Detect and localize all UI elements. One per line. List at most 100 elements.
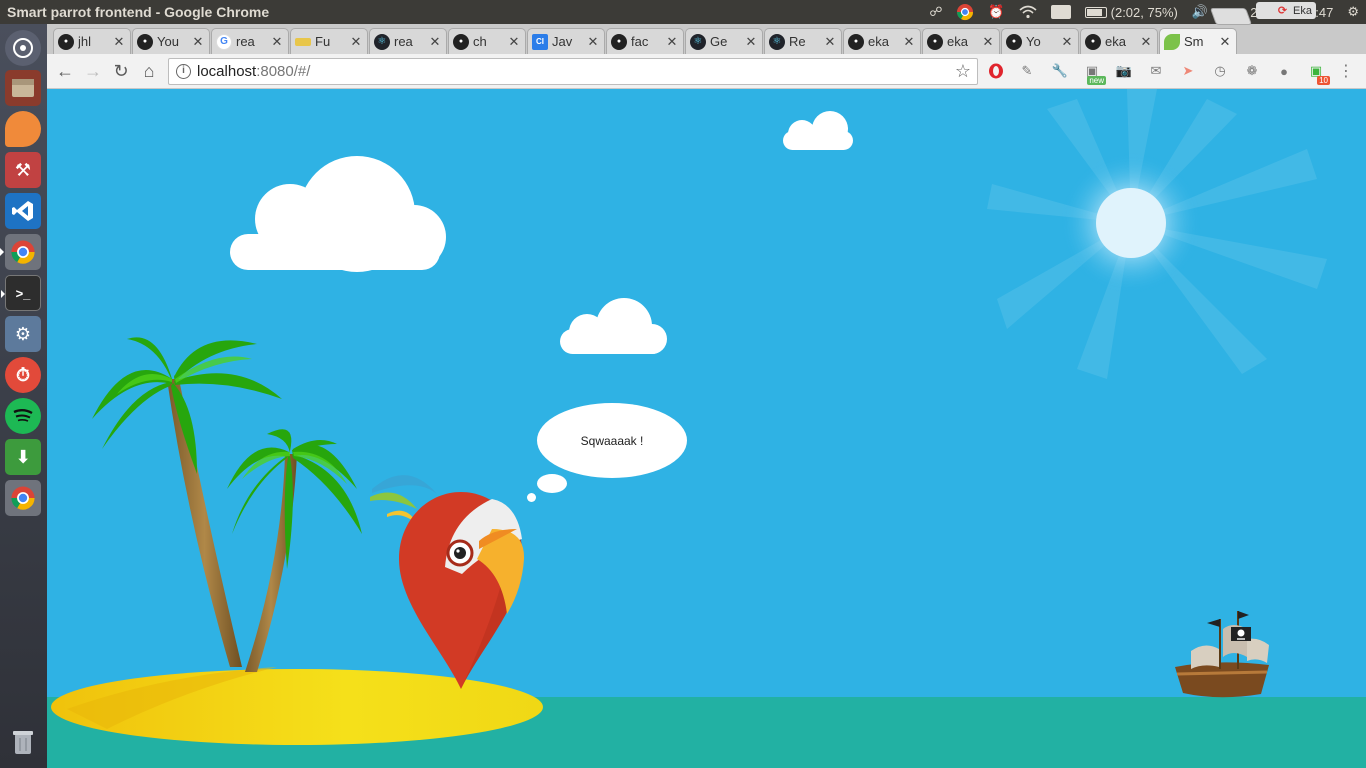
tab-5[interactable]: ● ch ✕ bbox=[448, 28, 526, 54]
home-icon[interactable]: ⌂ bbox=[137, 60, 161, 82]
battery-indicator[interactable]: (2:02, 75%) bbox=[1084, 5, 1178, 20]
tab-close-icon[interactable]: ✕ bbox=[823, 34, 837, 50]
tab-10[interactable]: ● eka ✕ bbox=[843, 28, 921, 54]
tab-8[interactable]: ⚛ Ge ✕ bbox=[685, 28, 763, 54]
wifi-icon[interactable] bbox=[1019, 5, 1037, 19]
speech-text: Sqwaaaak ! bbox=[580, 433, 644, 448]
dash-home-icon[interactable] bbox=[5, 30, 41, 66]
tab-label: eka bbox=[947, 34, 968, 49]
sun bbox=[987, 89, 1327, 379]
arrow-extension-icon[interactable]: ➤ bbox=[1179, 62, 1197, 80]
tab-11[interactable]: ● eka ✕ bbox=[922, 28, 1000, 54]
tab-1[interactable]: ● You ✕ bbox=[132, 28, 210, 54]
back-icon[interactable]: ← bbox=[53, 60, 77, 82]
tab-0[interactable]: ● jhl ✕ bbox=[53, 28, 131, 54]
tab-close-icon[interactable]: ✕ bbox=[349, 34, 363, 50]
tab-6[interactable]: CI Jav ✕ bbox=[527, 28, 605, 54]
downloader-icon[interactable]: ⬇ bbox=[5, 439, 41, 475]
eyedropper-extension-icon[interactable]: ✎ bbox=[1018, 62, 1036, 80]
tab-close-icon[interactable]: ✕ bbox=[1060, 34, 1074, 50]
alarm-indicator-icon[interactable]: ⏰ bbox=[988, 4, 1004, 20]
bookmark-star-icon[interactable]: ☆ bbox=[955, 61, 971, 82]
tab-close-icon[interactable]: ✕ bbox=[191, 34, 205, 50]
launcher: ⚒ >_ ⚙ ⏱ ⬇ bbox=[0, 24, 47, 768]
tab-close-icon[interactable]: ✕ bbox=[981, 34, 995, 50]
globe-extension-icon[interactable]: ❁ bbox=[1243, 62, 1261, 80]
screenshot-extension-icon[interactable]: ▣ new bbox=[1083, 62, 1106, 85]
page-viewport: Sqwaaaak ! bbox=[47, 89, 1366, 768]
chrome-launcher-icon[interactable] bbox=[0, 234, 41, 270]
tab-label: You bbox=[157, 34, 179, 49]
tab-label: Ge bbox=[710, 34, 728, 49]
tab-13[interactable]: ● eka ✕ bbox=[1080, 28, 1158, 54]
parrot bbox=[370, 475, 525, 689]
github-icon: ● bbox=[1006, 33, 1022, 50]
tools-app-icon[interactable]: ⚒ bbox=[5, 152, 41, 188]
tab-close-icon[interactable]: ✕ bbox=[428, 34, 442, 50]
tab-12[interactable]: ● Yo ✕ bbox=[1001, 28, 1079, 54]
count-badge: 10 bbox=[1317, 76, 1330, 85]
cloud-medium bbox=[560, 298, 667, 354]
alarm-clock-icon[interactable]: ⏱ bbox=[5, 357, 41, 393]
react-icon: ⚛ bbox=[769, 33, 785, 50]
circle-extension-icon[interactable]: ● bbox=[1275, 62, 1293, 80]
site-info-icon[interactable]: i bbox=[176, 64, 191, 79]
opera-extension-icon[interactable] bbox=[987, 62, 1005, 80]
chrome-launcher-icon-2[interactable] bbox=[5, 480, 41, 516]
trash-icon[interactable] bbox=[5, 724, 41, 760]
tab-close-icon[interactable]: ✕ bbox=[270, 34, 284, 50]
reload-icon[interactable]: ↻ bbox=[109, 60, 133, 82]
codeigniter-icon: CI bbox=[532, 33, 548, 50]
keyboard-indicator-icon[interactable]: ☍ bbox=[929, 4, 942, 20]
tab-close-icon[interactable]: ✕ bbox=[1139, 34, 1153, 50]
files-icon[interactable] bbox=[5, 70, 41, 106]
tab-4[interactable]: ⚛ rea ✕ bbox=[369, 28, 447, 54]
cloud-large bbox=[230, 156, 446, 272]
vscode-icon[interactable] bbox=[5, 193, 41, 229]
tab-3[interactable]: Fu ✕ bbox=[290, 28, 368, 54]
system-settings-icon[interactable]: ⚙ bbox=[5, 316, 41, 352]
tab-2[interactable]: Grea ✕ bbox=[211, 28, 289, 54]
tab-close-icon[interactable]: ✕ bbox=[586, 34, 600, 50]
tab-close-icon[interactable]: ✕ bbox=[1218, 34, 1232, 50]
new-badge: new bbox=[1087, 76, 1106, 85]
url-path: :8080/#/ bbox=[256, 63, 311, 80]
bookmark-icon bbox=[295, 37, 311, 46]
tab-label: fac bbox=[631, 34, 649, 49]
palm-tree-left bbox=[92, 337, 282, 667]
mail-extension-icon[interactable]: ✉ bbox=[1147, 62, 1165, 80]
mango-app-icon[interactable] bbox=[5, 111, 41, 147]
chrome-indicator-icon[interactable] bbox=[956, 3, 974, 21]
tab-label: eka bbox=[868, 34, 889, 49]
tab-close-icon[interactable]: ✕ bbox=[902, 34, 916, 50]
tab-9[interactable]: ⚛ Re ✕ bbox=[764, 28, 842, 54]
spotify-icon[interactable] bbox=[5, 398, 41, 434]
tab-close-icon[interactable]: ✕ bbox=[665, 34, 679, 50]
profile-name: Eka bbox=[1293, 4, 1312, 17]
url-host: localhost bbox=[197, 63, 257, 80]
language-indicator[interactable]: En bbox=[1050, 5, 1071, 19]
tab-14[interactable]: Sm ✕ bbox=[1159, 28, 1237, 54]
profile-button[interactable]: ⟳ Eka bbox=[1256, 2, 1316, 19]
line-extension-icon[interactable]: ▣ 10 bbox=[1307, 62, 1330, 85]
power-icon[interactable]: ⚙ bbox=[1347, 4, 1359, 20]
speedometer-extension-icon[interactable]: ◷ bbox=[1211, 62, 1229, 80]
chrome-menu-icon[interactable]: ⋮ bbox=[1337, 62, 1355, 80]
battery-icon bbox=[1084, 6, 1107, 18]
github-icon: ● bbox=[611, 33, 627, 50]
github-icon: ● bbox=[58, 33, 74, 50]
tab-7[interactable]: ● fac ✕ bbox=[606, 28, 684, 54]
cloud-small-top bbox=[783, 111, 853, 150]
wrench-extension-icon[interactable]: 🔧 bbox=[1051, 62, 1069, 80]
tab-close-icon[interactable]: ✕ bbox=[112, 34, 126, 50]
volume-icon[interactable]: 🔊 bbox=[1192, 4, 1208, 20]
tab-close-icon[interactable]: ✕ bbox=[744, 34, 758, 50]
leaf-icon bbox=[1164, 33, 1180, 50]
github-icon: ● bbox=[927, 33, 943, 50]
terminal-icon[interactable]: >_ bbox=[1, 275, 41, 311]
new-tab-button[interactable] bbox=[1209, 8, 1253, 25]
forward-icon[interactable]: → bbox=[81, 60, 105, 82]
camera-extension-icon[interactable]: 📷 bbox=[1115, 62, 1133, 80]
address-bar[interactable]: i localhost:8080/#/ ☆ bbox=[168, 58, 978, 85]
tab-close-icon[interactable]: ✕ bbox=[507, 34, 521, 50]
